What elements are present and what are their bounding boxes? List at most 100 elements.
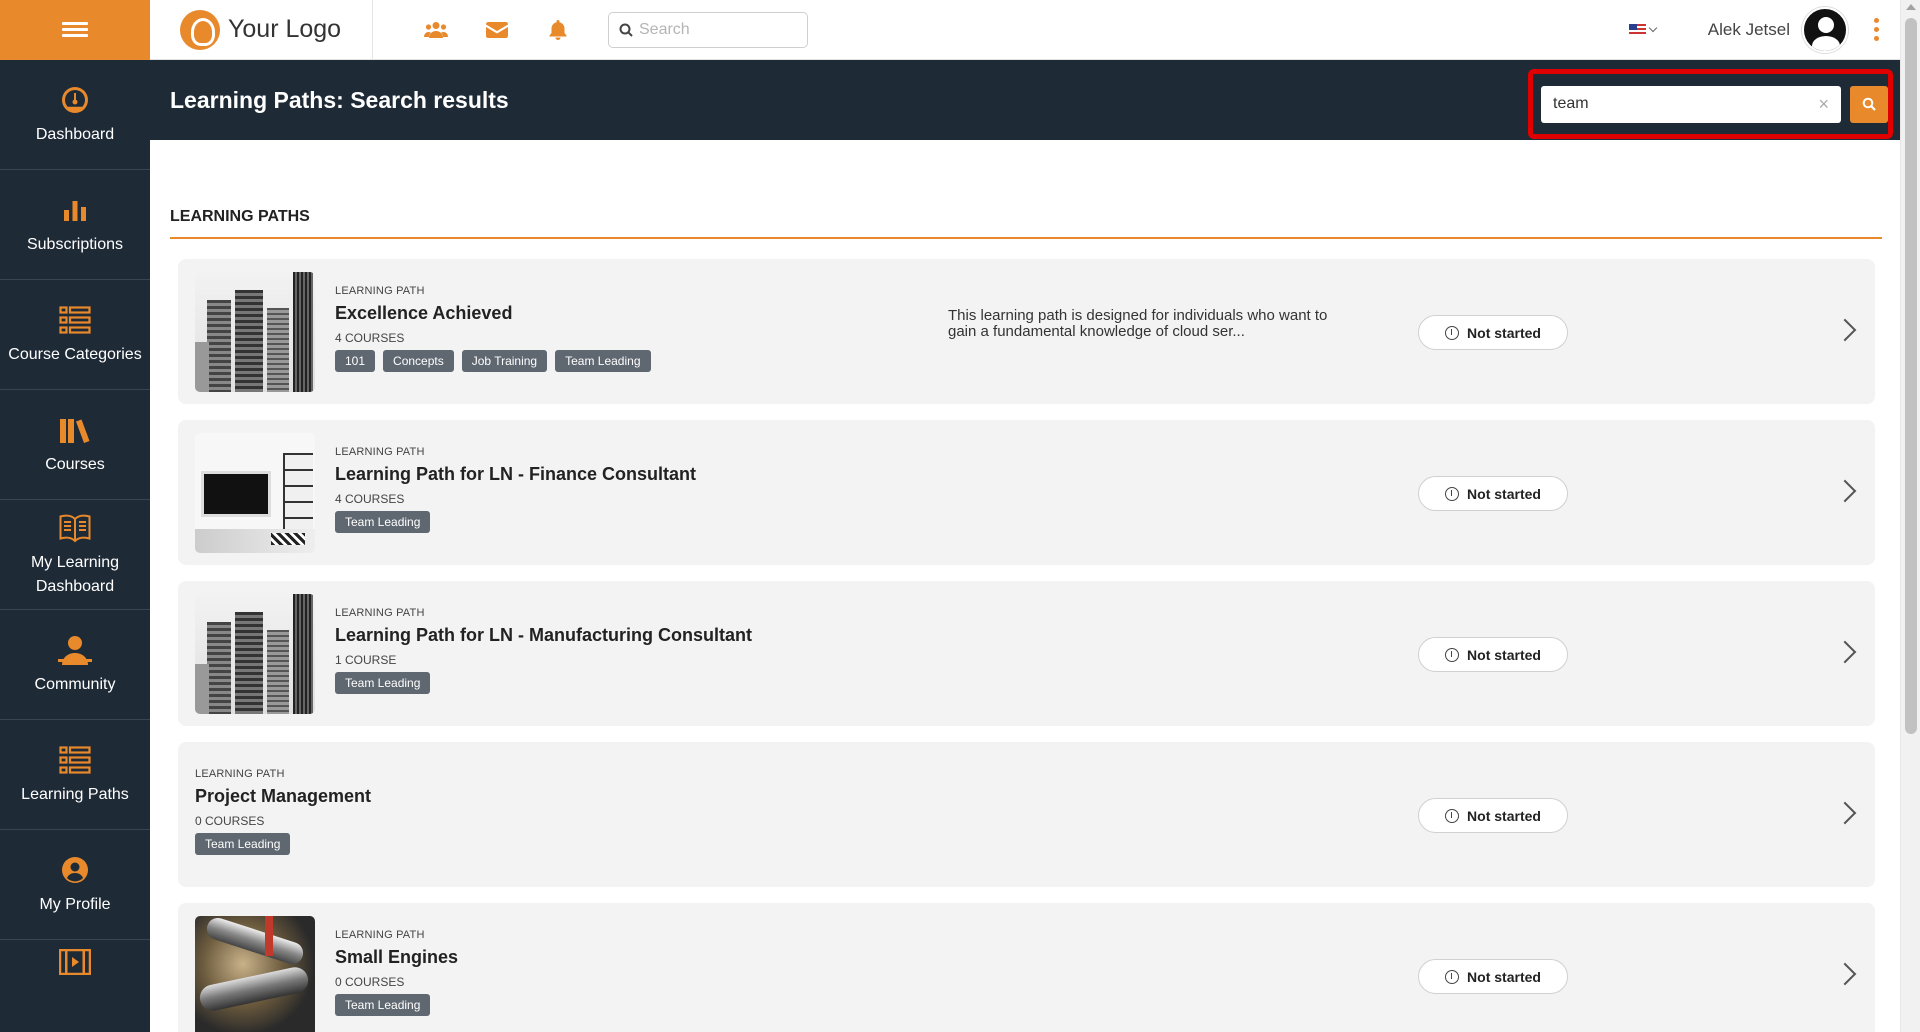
mail-icon[interactable] xyxy=(466,0,527,60)
scroll-up-arrow-icon[interactable] xyxy=(1906,4,1916,10)
page-scrollbar[interactable] xyxy=(1900,0,1920,1032)
sidebar-item-community[interactable]: Community xyxy=(0,610,150,720)
sidebar-item-my-learning-dashboard[interactable]: My Learning Dashboard xyxy=(0,500,150,610)
sidebar-item-course-categories[interactable]: Course Categories xyxy=(0,280,150,390)
card-info: LEARNING PATH Learning Path for LN - Fin… xyxy=(335,446,696,533)
chevron-right-icon[interactable] xyxy=(1833,801,1857,825)
sidebar-item-label: Courses xyxy=(45,455,105,473)
tag[interactable]: Team Leading xyxy=(335,511,431,533)
course-count: 0 COURSES xyxy=(195,814,265,828)
course-count: 0 COURSES xyxy=(335,975,405,989)
sidebar-item-label: Dashboard xyxy=(35,125,115,143)
card-info: LEARNING PATH Learning Path for LN - Man… xyxy=(335,607,752,694)
clear-icon[interactable]: × xyxy=(1818,94,1829,115)
status-badge: Not started xyxy=(1418,637,1568,672)
status-badge: Not started xyxy=(1418,959,1568,994)
sidebar-item-courses[interactable]: Courses xyxy=(0,390,150,500)
item-title[interactable]: Project Management xyxy=(195,786,371,807)
logo-text: Your Logo xyxy=(228,15,342,43)
learning-path-list: LEARNING PATH Excellence Achieved 4 COUR… xyxy=(178,259,1875,1032)
page-header: Learning Paths: Search results × xyxy=(150,60,1900,140)
top-search-box xyxy=(608,11,808,48)
top-bar: Your Logo Alek Jetsel xyxy=(0,0,1900,60)
more-menu-button[interactable] xyxy=(1866,16,1886,43)
chevron-right-icon[interactable] xyxy=(1833,962,1857,986)
search-icon xyxy=(619,23,633,37)
search-submit-button[interactable] xyxy=(1850,85,1888,123)
users-icon[interactable] xyxy=(405,0,466,60)
learning-path-card[interactable]: LEARNING PATH Learning Path for LN - Fin… xyxy=(178,420,1875,565)
results-search-form: × xyxy=(1528,69,1893,139)
tag[interactable]: Job Training xyxy=(461,350,548,372)
bar-chart-icon xyxy=(63,193,87,227)
item-kind: LEARNING PATH xyxy=(335,285,425,297)
item-title[interactable]: Learning Path for LN - Finance Consultan… xyxy=(335,464,696,485)
sidebar-item-more[interactable] xyxy=(0,940,150,1032)
sidebar-item-learning-paths[interactable]: Learning Paths xyxy=(0,720,150,830)
sidebar-item-dashboard[interactable]: Dashboard xyxy=(0,60,150,170)
item-kind: LEARNING PATH xyxy=(335,929,425,941)
top-right-area: Alek Jetsel xyxy=(1628,6,1900,53)
film-icon xyxy=(59,945,91,979)
sidebar-item-label: My Profile xyxy=(39,895,111,913)
item-title[interactable]: Small Engines xyxy=(335,947,458,968)
bell-icon[interactable] xyxy=(527,0,588,60)
sidebar-item-label: Subscriptions xyxy=(26,235,124,253)
top-icons xyxy=(405,0,588,60)
tag[interactable]: Team Leading xyxy=(195,833,291,855)
info-icon xyxy=(1445,647,1460,662)
list-icon xyxy=(59,303,91,337)
scrollbar-thumb[interactable] xyxy=(1905,18,1917,734)
status-badge: Not started xyxy=(1418,798,1568,833)
avatar[interactable] xyxy=(1802,6,1848,53)
logo-mark-icon xyxy=(180,9,220,50)
item-title[interactable]: Learning Path for LN - Manufacturing Con… xyxy=(335,625,752,646)
status-text: Not started xyxy=(1467,646,1541,663)
sidebar-item-my-profile[interactable]: My Profile xyxy=(0,830,150,940)
chevron-down-icon xyxy=(1648,23,1658,33)
top-search-input[interactable] xyxy=(639,20,799,39)
results-search-input[interactable] xyxy=(1553,95,1808,113)
course-count: 4 COURSES xyxy=(335,331,405,345)
thumbnail-image xyxy=(195,916,315,1032)
item-kind: LEARNING PATH xyxy=(195,768,285,780)
chevron-right-icon[interactable] xyxy=(1833,640,1857,664)
sidebar-item-label: Community xyxy=(34,675,116,693)
tag[interactable]: Team Leading xyxy=(555,350,651,372)
user-name[interactable]: Alek Jetsel xyxy=(1708,20,1790,40)
info-icon xyxy=(1445,325,1460,340)
tag[interactable]: Team Leading xyxy=(335,672,431,694)
hamburger-icon xyxy=(62,19,88,40)
tag-list: Team Leading xyxy=(335,672,752,694)
sidebar-item-label: My Learning Dashboard xyxy=(30,553,120,595)
sidebar: Dashboard Subscriptions Course Categorie… xyxy=(0,60,150,1032)
status-badge: Not started xyxy=(1418,476,1568,511)
chevron-right-icon[interactable] xyxy=(1833,318,1857,342)
sidebar-item-subscriptions[interactable]: Subscriptions xyxy=(0,170,150,280)
logo[interactable]: Your Logo xyxy=(150,0,373,60)
community-icon xyxy=(58,633,92,667)
tag[interactable]: Concepts xyxy=(383,350,454,372)
tag-list: Team Leading xyxy=(195,833,371,855)
books-icon xyxy=(59,413,91,447)
list-icon xyxy=(59,743,91,777)
item-title[interactable]: Excellence Achieved xyxy=(335,303,659,324)
learning-path-card[interactable]: LEARNING PATH Excellence Achieved 4 COUR… xyxy=(178,259,1875,404)
status-text: Not started xyxy=(1467,807,1541,824)
tag[interactable]: 101 xyxy=(335,350,376,372)
learning-path-card[interactable]: LEARNING PATH Project Management 0 COURS… xyxy=(178,742,1875,887)
learning-path-card[interactable]: LEARNING PATH Learning Path for LN - Man… xyxy=(178,581,1875,726)
tag-list: Team Leading xyxy=(335,511,696,533)
thumbnail-image xyxy=(195,594,315,714)
section-divider xyxy=(170,237,1882,239)
language-selector[interactable] xyxy=(1628,23,1658,36)
chevron-right-icon[interactable] xyxy=(1833,479,1857,503)
sidebar-item-label: Learning Paths xyxy=(21,785,129,803)
learning-path-card[interactable]: LEARNING PATH Small Engines 0 COURSES Te… xyxy=(178,903,1875,1032)
search-icon xyxy=(1862,97,1876,111)
card-info: LEARNING PATH Project Management 0 COURS… xyxy=(195,768,371,855)
hamburger-menu-button[interactable] xyxy=(0,0,150,60)
tag[interactable]: Team Leading xyxy=(335,994,431,1016)
course-count: 1 COURSE xyxy=(335,653,397,667)
tag-list: 101 Concepts Job Training Team Leading xyxy=(335,350,659,372)
